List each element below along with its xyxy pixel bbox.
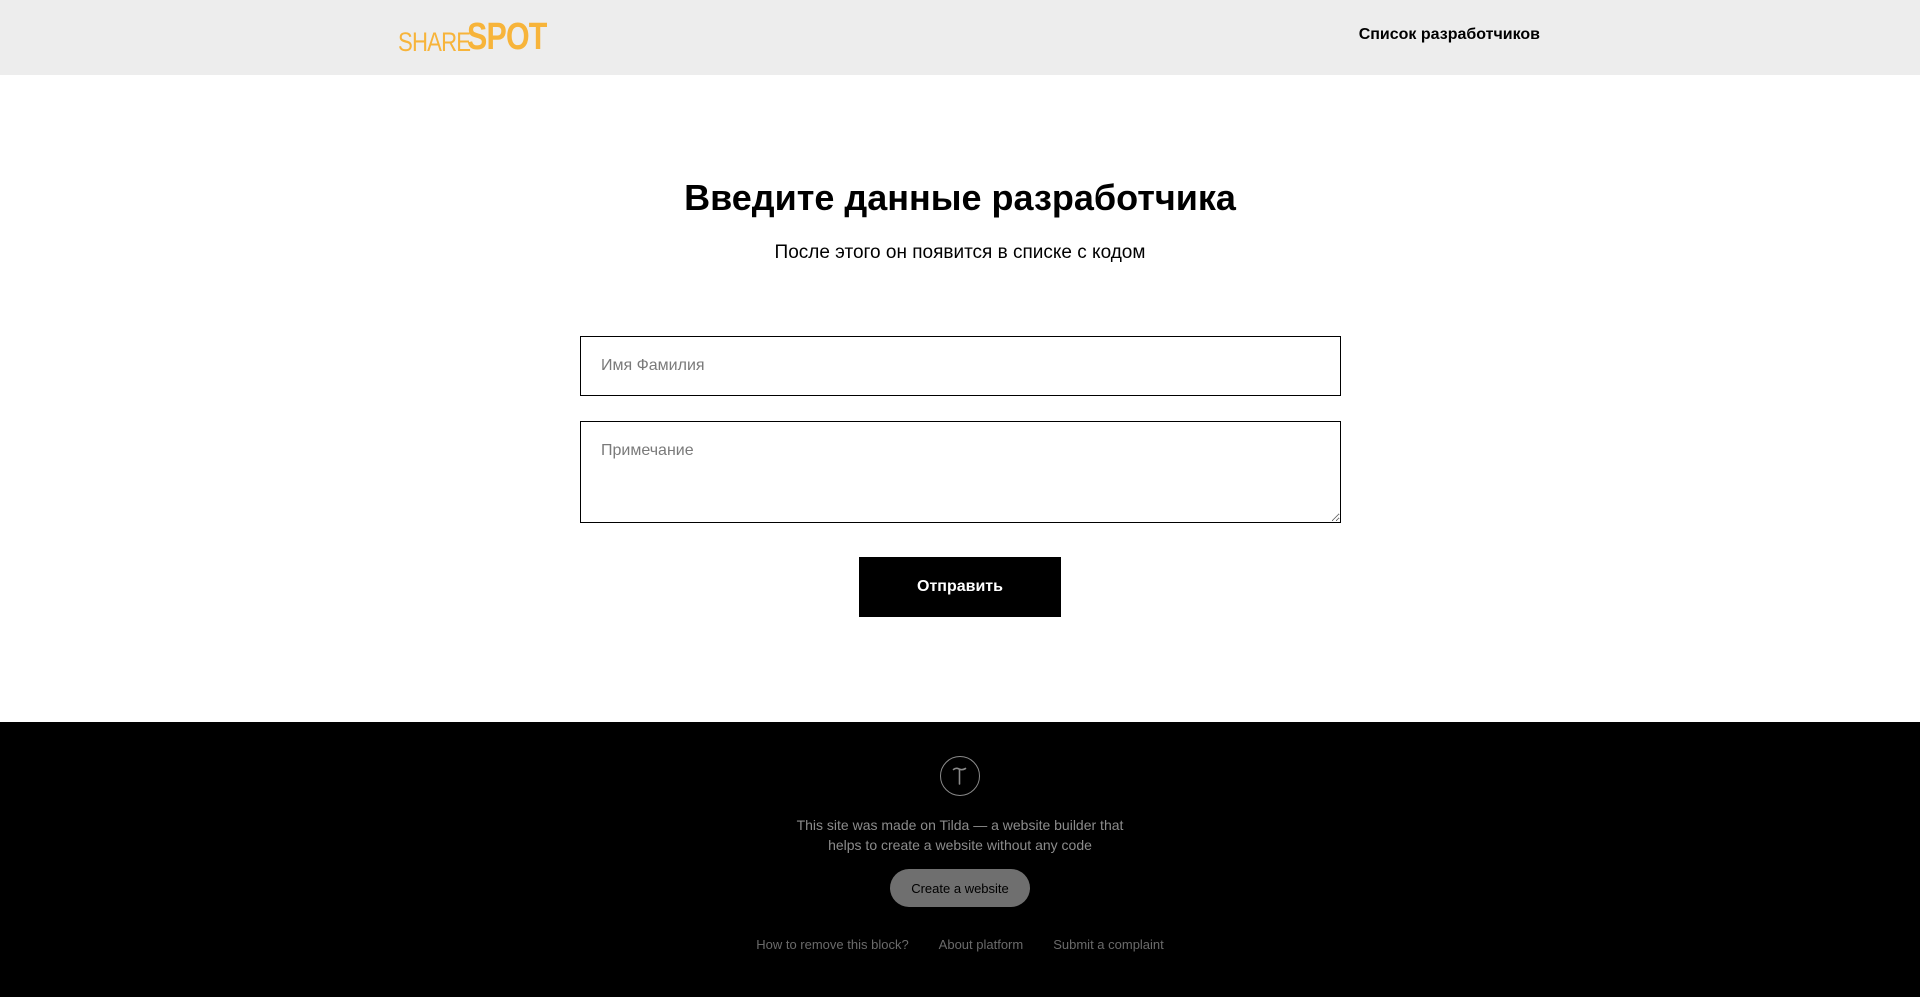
about-platform-link[interactable]: About platform xyxy=(939,937,1024,952)
logo-text-spot: SPOT xyxy=(467,16,547,58)
tilda-footer: This site was made on Tilda — a website … xyxy=(0,722,1920,997)
name-input[interactable] xyxy=(580,336,1341,396)
create-website-button[interactable]: Create a website xyxy=(890,869,1030,907)
footer-description: This site was made on Tilda — a website … xyxy=(0,815,1920,855)
sharespot-logo[interactable]: SHARE SPOT xyxy=(398,16,566,56)
logo-text-share: SHARE xyxy=(398,27,471,57)
submit-complaint-link[interactable]: Submit a complaint xyxy=(1053,937,1164,952)
tilda-glyph-icon xyxy=(952,767,967,785)
submit-button[interactable]: Отправить xyxy=(859,557,1061,617)
page-subtitle: После этого он появится в списке с кодом xyxy=(774,242,1146,263)
site-header: SHARE SPOT Список разработчиков xyxy=(0,0,1920,75)
footer-links: How to remove this block? About platform… xyxy=(0,937,1920,952)
footer-text-line-2: helps to create a website without any co… xyxy=(828,837,1092,853)
remove-block-link[interactable]: How to remove this block? xyxy=(756,937,908,952)
developers-list-link[interactable]: Список разработчиков xyxy=(1359,26,1540,44)
note-textarea[interactable] xyxy=(580,421,1341,523)
footer-text-line-1: This site was made on Tilda — a website … xyxy=(796,817,1124,833)
tilda-icon[interactable] xyxy=(940,756,980,796)
page-title: Введите данные разработчика xyxy=(684,177,1236,218)
